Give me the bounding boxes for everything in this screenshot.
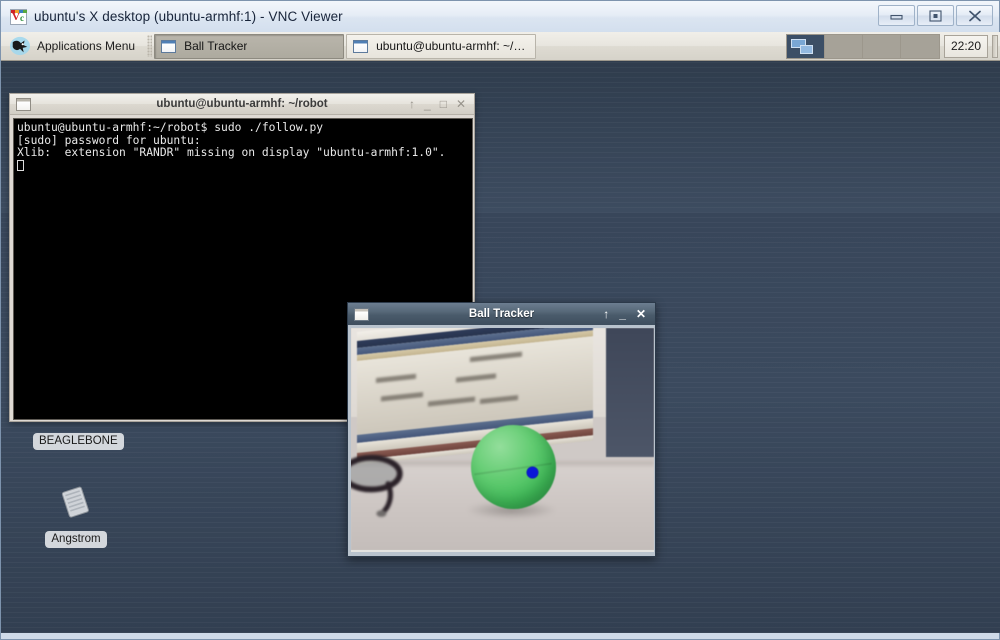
workspace-4[interactable] [901, 34, 939, 58]
applications-menu-button[interactable]: Applications Menu [1, 33, 145, 60]
workspace-2[interactable] [825, 34, 863, 58]
desktop-icon-label: BEAGLEBONE [33, 433, 124, 450]
vnc-viewer-window: Vc ubuntu's X desktop (ubuntu-armhf:1) -… [0, 0, 1000, 640]
workspace-3[interactable] [863, 34, 901, 58]
camera-feed-view[interactable] [351, 328, 654, 552]
remote-desktop-area[interactable]: Applications Menu Ball Tracker ubuntu@ub… [1, 32, 1000, 633]
task-button-ball-tracker[interactable]: Ball Tracker [154, 33, 345, 59]
window-icon [161, 39, 177, 53]
minimize-button[interactable]: _ [424, 98, 431, 110]
terminal-window-title: ubuntu@ubuntu-armhf: ~/robot [156, 98, 328, 110]
eyeglasses [351, 455, 403, 518]
mouse-icon [10, 36, 30, 56]
task-button-terminal[interactable]: ubuntu@ubuntu-armhf: ~/robot [346, 33, 537, 59]
book-stack [357, 328, 594, 466]
desktop-icon-label: Angstrom [45, 531, 107, 548]
vnc-viewer-titlebar[interactable]: Vc ubuntu's X desktop (ubuntu-armhf:1) -… [1, 1, 999, 32]
close-button[interactable] [956, 5, 993, 26]
window-icon [353, 39, 369, 53]
drive-icon [61, 486, 89, 518]
minimize-button[interactable] [878, 5, 915, 26]
maximize-button[interactable]: □ [440, 98, 447, 110]
maximize-icon [929, 9, 942, 22]
shade-button[interactable]: ↑ [603, 308, 609, 320]
ball-tracker-titlebar[interactable]: Ball Tracker ↑ _ ✕ [348, 303, 655, 325]
terminal-window-controls: ↑ _ □ ✕ [409, 98, 474, 110]
minimize-button[interactable]: _ [619, 308, 626, 320]
screenshot-root: Vc ubuntu's X desktop (ubuntu-armhf:1) -… [0, 0, 1000, 640]
task-button-label: ubuntu@ubuntu-armhf: ~/robot [376, 39, 530, 53]
vnc-window-controls [878, 5, 993, 26]
panel-clock[interactable]: 22:20 [944, 34, 988, 58]
close-button[interactable]: ✕ [636, 308, 646, 320]
workspace-switcher[interactable] [786, 33, 940, 59]
terminal-line: ubuntu@ubuntu-armhf:~/robot$ sudo ./foll… [17, 121, 324, 134]
maximize-button[interactable] [917, 5, 954, 26]
task-button-label: Ball Tracker [184, 39, 248, 53]
terminal-prompt-line [17, 160, 470, 174]
panel-separator [147, 35, 153, 57]
workspace-1[interactable] [787, 34, 825, 58]
terminal-cursor [17, 160, 24, 172]
green-ball [470, 424, 556, 509]
panel-handle[interactable] [992, 34, 998, 58]
ball-tracker-window[interactable]: Ball Tracker ↑ _ ✕ [347, 302, 656, 557]
vnc-logo-icon: Vc [10, 8, 27, 25]
xfce-panel: Applications Menu Ball Tracker ubuntu@ub… [1, 32, 1000, 61]
window-icon [354, 307, 369, 321]
close-button[interactable]: ✕ [456, 98, 466, 110]
applications-menu-label: Applications Menu [37, 39, 136, 53]
close-icon [968, 10, 981, 21]
ball-tracker-window-controls: ↑ _ ✕ [603, 308, 655, 320]
vnc-viewer-title: ubuntu's X desktop (ubuntu-armhf:1) - VN… [34, 9, 343, 24]
camera-scene [351, 328, 654, 550]
window-task-list: Ball Tracker ubuntu@ubuntu-armhf: ~/robo… [154, 32, 786, 61]
desktop-icon-angstrom[interactable]: Angstrom [33, 485, 119, 548]
minimize-icon [890, 14, 903, 20]
shade-button[interactable]: ↑ [409, 98, 415, 110]
terminal-line: Xlib: extension "RANDR" missing on displ… [17, 146, 446, 160]
terminal-titlebar[interactable]: ubuntu@ubuntu-armhf: ~/robot ↑ _ □ ✕ [10, 94, 474, 115]
window-icon [16, 97, 31, 111]
